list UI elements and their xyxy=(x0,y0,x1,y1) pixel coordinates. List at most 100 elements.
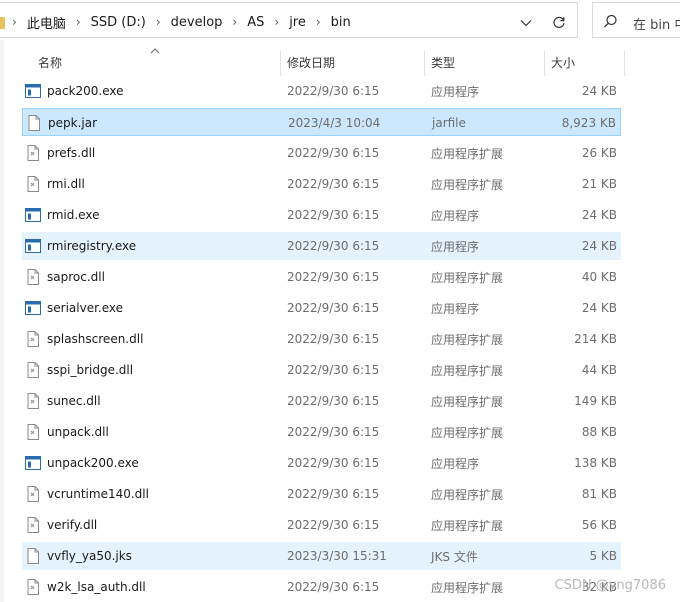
file-row[interactable]: pack200.exe 2022/9/30 6:15 应用程序 24 KB xyxy=(22,77,621,105)
dll-icon xyxy=(25,579,41,595)
exe-icon xyxy=(25,300,41,316)
file-type: 应用程序扩展 xyxy=(431,425,504,440)
file-size: 40 KB xyxy=(581,270,617,284)
file-row[interactable]: verify.dll 2022/9/30 6:15 应用程序扩展 56 KB xyxy=(22,511,621,539)
file-row[interactable]: unpack200.exe 2022/9/30 6:15 应用程序 138 KB xyxy=(22,449,621,477)
file-name: unpack200.exe xyxy=(47,456,139,470)
breadcrumb-item[interactable]: 此电脑 xyxy=(27,13,66,32)
file-type: 应用程序扩展 xyxy=(431,487,504,502)
file-name: verify.dll xyxy=(47,518,98,532)
file-date: 2022/9/30 6:15 xyxy=(287,146,380,160)
column-divider[interactable] xyxy=(544,50,545,76)
file-date: 2022/9/30 6:15 xyxy=(287,84,380,98)
dll-icon xyxy=(25,362,41,378)
file-name: pepk.jar xyxy=(48,116,98,130)
file-row[interactable]: w2k_lsa_auth.dll 2022/9/30 6:15 应用程序扩展 32 K… xyxy=(22,573,621,601)
exe-icon xyxy=(25,207,41,223)
file-date: 2022/9/30 6:15 xyxy=(287,518,380,532)
breadcrumb-chevron-icon[interactable]: › xyxy=(12,15,17,29)
file-name: sunec.dll xyxy=(47,394,101,408)
file-row[interactable]: rmiregistry.exe 2022/9/30 6:15 应用程序 24 KB xyxy=(22,232,621,260)
file-name: w2k_lsa_auth.dll xyxy=(47,580,146,594)
file-row[interactable]: rmi.dll 2022/9/30 6:15 应用程序扩展 21 KB xyxy=(22,170,621,198)
watermark: CSDN @yng7086 xyxy=(554,578,666,593)
file-row[interactable]: serialver.exe 2022/9/30 6:15 应用程序 24 KB xyxy=(22,294,621,322)
exe-icon xyxy=(25,455,41,471)
file-type: 应用程序扩展 xyxy=(431,146,504,161)
file-date: 2022/9/30 6:15 xyxy=(287,301,380,315)
file-row[interactable]: prefs.dll 2022/9/30 6:15 应用程序扩展 26 KB xyxy=(22,139,621,167)
file-type: 应用程序扩展 xyxy=(431,363,504,378)
file-size: 149 KB xyxy=(574,394,617,408)
file-type: jarfile xyxy=(432,116,466,130)
file-name: saproc.dll xyxy=(47,270,105,284)
column-header-date[interactable]: 修改日期 xyxy=(287,46,335,78)
file-size: 24 KB xyxy=(581,84,617,98)
file-row[interactable]: saproc.dll 2022/9/30 6:15 应用程序扩展 40 KB xyxy=(22,263,621,291)
file-type: 应用程序 xyxy=(431,301,480,316)
file-name: rmiregistry.exe xyxy=(47,239,137,253)
file-date: 2022/9/30 6:15 xyxy=(287,208,380,222)
file-type: 应用程序扩展 xyxy=(431,332,504,347)
column-headers: 名称 修改日期 类型 大小 xyxy=(0,46,680,78)
file-date: 2022/9/30 6:15 xyxy=(287,487,380,501)
search-icon xyxy=(603,14,618,32)
column-header-name[interactable]: 名称 xyxy=(38,46,62,78)
breadcrumb-item[interactable]: SSD (D:) xyxy=(91,15,146,30)
file-row[interactable]: pepk.jar 2023/4/3 10:04 jarfile 8,923 KB xyxy=(22,108,621,136)
breadcrumb-chevron-icon[interactable]: › xyxy=(76,15,81,29)
file-size: 5 KB xyxy=(589,549,617,563)
file-row[interactable]: unpack.dll 2022/9/30 6:15 应用程序扩展 88 KB xyxy=(22,418,621,446)
file-date: 2022/9/30 6:15 xyxy=(287,425,380,439)
file-date: 2022/9/30 6:15 xyxy=(287,456,380,470)
breadcrumb-chevron-icon[interactable]: › xyxy=(316,15,321,29)
breadcrumb-chevron-icon[interactable]: › xyxy=(156,15,161,29)
breadcrumb-chevron-icon[interactable]: › xyxy=(232,15,237,29)
refresh-icon[interactable] xyxy=(546,10,572,36)
file-row[interactable]: sspi_bridge.dll 2022/9/30 6:15 应用程序扩展 44 KB xyxy=(22,356,621,384)
file-name: sspi_bridge.dll xyxy=(47,363,134,377)
column-divider[interactable] xyxy=(424,50,425,76)
dll-icon xyxy=(25,145,41,161)
dll-icon xyxy=(25,486,41,502)
breadcrumb-chevron-icon[interactable]: › xyxy=(274,15,279,29)
chevron-down-icon[interactable] xyxy=(516,11,536,35)
file-date: 2022/9/30 6:15 xyxy=(287,177,380,191)
breadcrumb-item[interactable]: develop xyxy=(171,15,223,30)
file-row[interactable]: sunec.dll 2022/9/30 6:15 应用程序扩展 149 KB xyxy=(22,387,621,415)
file-size: 26 KB xyxy=(581,146,617,160)
breadcrumb-item[interactable]: bin xyxy=(331,15,351,30)
breadcrumb-box[interactable]: › 此电脑 › SSD (D:) › develop › AS › jre › bin xyxy=(0,2,578,38)
dll-icon xyxy=(25,393,41,409)
file-type: 应用程序 xyxy=(431,84,480,99)
file-row[interactable]: splashscreen.dll 2022/9/30 6:15 应用程序扩展 214 … xyxy=(22,325,621,353)
file-size: 81 KB xyxy=(581,487,617,501)
file-size: 138 KB xyxy=(574,456,617,470)
column-header-type[interactable]: 类型 xyxy=(431,46,455,78)
column-divider[interactable] xyxy=(280,50,281,76)
column-divider[interactable] xyxy=(624,50,625,76)
dll-icon xyxy=(25,517,41,533)
file-row[interactable]: vvfly_ya50.jks 2023/3/30 15:31 JKS 文件 5 KB xyxy=(22,542,621,570)
file-date: 2022/9/30 6:15 xyxy=(287,580,380,594)
file-type: 应用程序 xyxy=(431,239,480,254)
column-header-size[interactable]: 大小 xyxy=(551,46,575,78)
file-name: vcruntime140.dll xyxy=(47,487,149,501)
file-size: 214 KB xyxy=(574,332,617,346)
file-name: vvfly_ya50.jks xyxy=(47,549,132,563)
file-name: rmi.dll xyxy=(47,177,85,191)
breadcrumb-item[interactable]: jre xyxy=(289,15,306,30)
file-size: 24 KB xyxy=(581,239,617,253)
dll-icon xyxy=(25,269,41,285)
file-row[interactable]: rmid.exe 2022/9/30 6:15 应用程序 24 KB xyxy=(22,201,621,229)
file-type: 应用程序扩展 xyxy=(431,580,504,595)
file-date: 2022/9/30 6:15 xyxy=(287,394,380,408)
breadcrumb-item[interactable]: AS xyxy=(247,15,264,30)
search-input[interactable]: 在 bin 中 xyxy=(592,2,680,38)
file-size: 44 KB xyxy=(581,363,617,377)
address-bar: › 此电脑 › SSD (D:) › develop › AS › jre › bin 在 bin 中 xyxy=(0,0,680,40)
file-type: 应用程序扩展 xyxy=(431,518,504,533)
file-icon xyxy=(26,115,42,131)
file-row[interactable]: vcruntime140.dll 2022/9/30 6:15 应用程序扩展 81 K… xyxy=(22,480,621,508)
file-type: JKS 文件 xyxy=(431,549,478,564)
